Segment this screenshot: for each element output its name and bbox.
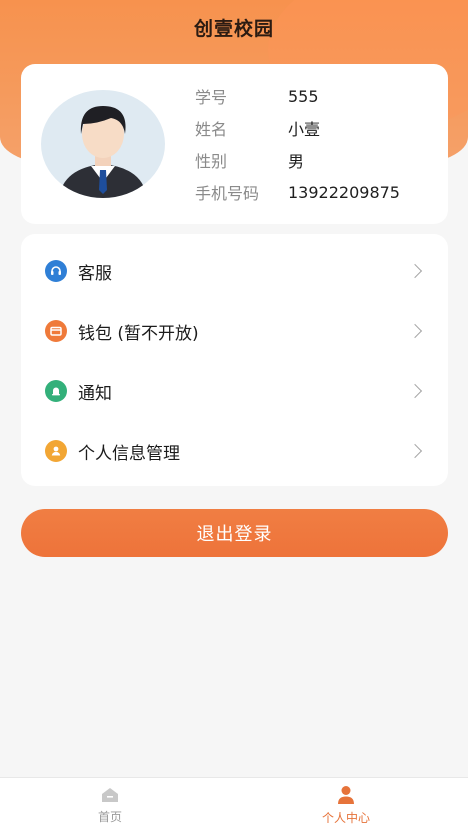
wallet-icon xyxy=(45,320,67,342)
menu-item-notifications[interactable]: 通知 xyxy=(21,364,448,418)
info-label: 手机号码 xyxy=(195,184,260,203)
logout-button[interactable]: 退出登录 xyxy=(21,509,448,557)
info-value: 小壹 xyxy=(288,120,321,139)
menu-item-label: 通知 xyxy=(78,383,112,404)
menu-item-label: 钱包 (暂不开放) xyxy=(78,323,199,344)
avatar xyxy=(41,90,165,198)
menu-item-wallet[interactable]: 钱包 (暂不开放) xyxy=(21,304,448,358)
avatar-icon xyxy=(41,90,165,198)
menu-item-customer-service[interactable]: 客服 xyxy=(21,244,448,298)
chevron-right-icon xyxy=(407,263,423,279)
info-row-name: 姓名 小壹 xyxy=(195,116,425,140)
tab-home[interactable]: 首页 xyxy=(50,778,170,832)
menu-item-label: 客服 xyxy=(78,263,112,284)
info-row-gender: 性别 男 xyxy=(195,148,425,172)
tab-home-label: 首页 xyxy=(97,810,122,824)
headset-icon xyxy=(45,260,67,282)
page-title: 创壹校园 xyxy=(193,18,274,40)
profile-card: 学号 555 姓名 小壹 性别 男 手机号码 13922209875 xyxy=(21,64,448,224)
info-label: 性别 xyxy=(195,152,228,171)
home-icon xyxy=(102,788,118,802)
info-row-student-id: 学号 555 xyxy=(195,84,425,108)
info-row-phone: 手机号码 13922209875 xyxy=(195,180,425,204)
menu-item-label: 个人信息管理 xyxy=(78,443,180,464)
bell-icon xyxy=(45,380,67,402)
info-label: 姓名 xyxy=(195,120,228,139)
info-value: 555 xyxy=(288,86,319,106)
menu-card: 客服 钱包 (暂不开放) 通知 个人信息管理 xyxy=(21,234,448,486)
info-value: 男 xyxy=(288,152,305,171)
chevron-right-icon xyxy=(407,323,423,339)
bottom-tab-bar: 首页 个人中心 xyxy=(0,777,468,832)
chevron-right-icon xyxy=(407,443,423,459)
info-value: 13922209875 xyxy=(288,182,400,202)
person-icon xyxy=(45,440,67,462)
tab-profile[interactable]: 个人中心 xyxy=(286,778,406,832)
user-icon xyxy=(338,786,354,804)
info-label: 学号 xyxy=(195,88,228,107)
profile-page: 创壹校园 学号 555 姓名 小壹 性别 男 手机号码 13922209875 … xyxy=(0,0,468,832)
chevron-right-icon xyxy=(407,383,423,399)
tab-profile-label: 个人中心 xyxy=(321,811,370,825)
menu-item-personal-info[interactable]: 个人信息管理 xyxy=(21,424,448,478)
